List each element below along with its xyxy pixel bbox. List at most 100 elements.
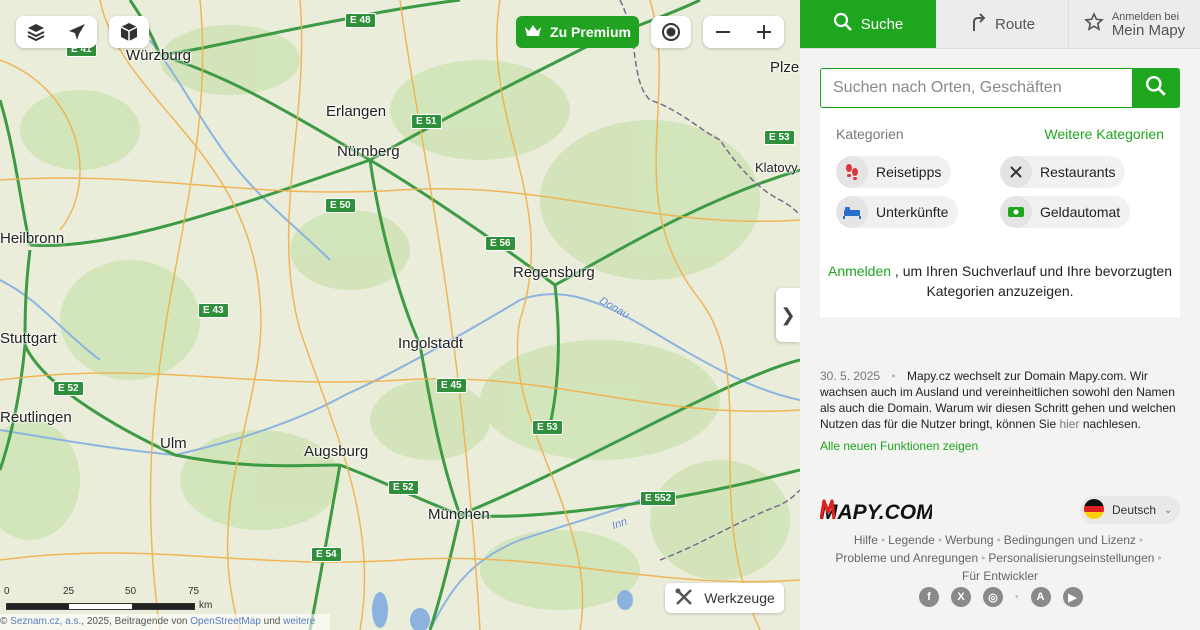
footer-link-entwickler[interactable]: Für Entwickler <box>962 569 1038 583</box>
attribution-text: und <box>260 616 284 627</box>
star-icon <box>1083 12 1104 36</box>
all-features-link[interactable]: Alle neuen Funktionen zeigen <box>820 438 1180 454</box>
x-icon[interactable]: X <box>951 587 971 607</box>
city-label: Klatovy <box>755 160 798 175</box>
tab-route[interactable]: Route <box>936 0 1069 48</box>
city-label: Ulm <box>160 435 187 452</box>
category-label: Geldautomat <box>1040 204 1121 220</box>
footer-link-werbung[interactable]: Werbung <box>945 533 993 547</box>
search-bar <box>820 68 1180 108</box>
search-icon <box>833 12 853 36</box>
panel-toggle-button[interactable]: ❯ <box>776 288 800 342</box>
footer-links-row: Für Entwickler <box>800 567 1200 585</box>
locate-icon <box>661 22 681 42</box>
category-restaurants[interactable]: Restaurants <box>1000 156 1126 188</box>
cube-icon <box>119 22 139 42</box>
atm-icon <box>1000 196 1032 228</box>
footer-link-hilfe[interactable]: Hilfe <box>854 533 878 547</box>
chevron-down-icon: ⌄ <box>1164 504 1173 516</box>
zoom-out-icon[interactable] <box>715 24 731 40</box>
news-more-link[interactable]: hier <box>1059 417 1079 431</box>
plane-icon[interactable] <box>67 22 87 42</box>
footer-link-legende[interactable]: Legende <box>888 533 935 547</box>
news-date: 30. 5. 2025 <box>820 369 881 383</box>
city-label: Augsburg <box>304 443 369 460</box>
city-label: Würzburg <box>126 47 192 64</box>
city-label: Plze <box>770 59 800 76</box>
tab-label: Mein Mapy <box>1111 22 1186 39</box>
facebook-icon[interactable]: f <box>919 587 939 607</box>
footprints-icon <box>836 156 868 188</box>
map-attribution: © Seznam.cz, a.s., 2025, Beitragende von… <box>0 614 330 630</box>
scale-label: 50 <box>125 586 137 597</box>
premium-button[interactable]: Zu Premium <box>516 16 639 48</box>
login-hint-text: , um Ihren Suchverlauf und Ihre bevorzug… <box>891 263 1172 299</box>
city-label: Reutlingen <box>0 409 72 426</box>
map-mode-group <box>16 16 97 48</box>
tools-icon <box>674 587 694 610</box>
category-unterkuenfte[interactable]: Unterkünfte <box>836 196 959 228</box>
news-block: 30. 5. 2025 • Mapy.cz wechselt zur Domai… <box>820 368 1180 454</box>
search-icon <box>1145 75 1167 102</box>
city-label: München <box>428 506 490 523</box>
osm-link[interactable]: OpenStreetMap <box>190 616 261 627</box>
seznam-link[interactable]: Seznam.cz, a.s. <box>10 616 81 627</box>
google-play-icon[interactable]: ▶ <box>1062 587 1083 607</box>
road-badge: E 51 <box>411 114 442 129</box>
search-button[interactable] <box>1132 68 1180 108</box>
attribution-prefix: © <box>0 616 11 627</box>
weitere-link[interactable]: weitere <box>283 616 315 627</box>
road-badge: E 54 <box>311 547 342 562</box>
category-reisetipps[interactable]: Reisetipps <box>836 156 952 188</box>
mapy-logo[interactable]: MAPY.COM <box>819 498 934 529</box>
road-badge: E 53 <box>532 420 563 435</box>
road-badge: E 45 <box>436 378 467 393</box>
categories-title: Kategorien <box>836 126 904 142</box>
tab-label: Suche <box>860 15 904 33</box>
news-text-tail: nachlesen. <box>1079 417 1141 431</box>
footer-link-probleme[interactable]: Probleme und Anregungen <box>835 551 978 565</box>
login-hint: Anmelden , um Ihren Suchverlauf und Ihre… <box>820 245 1180 317</box>
language-select[interactable]: Deutsch ⌄ <box>1080 496 1180 524</box>
social-links: f X ◎ • A ▶ <box>919 587 1083 607</box>
footer-link-personalisierung[interactable]: Personalisierungseinstellungen <box>988 551 1154 565</box>
app-store-icon[interactable]: A <box>1030 587 1051 607</box>
city-label: Ingolstadt <box>398 335 464 352</box>
footer-links-row: Probleme und Anregungen • Personalisierung… <box>835 551 1162 565</box>
3d-button[interactable] <box>109 16 149 48</box>
scale-bar <box>6 603 195 610</box>
road-badge: E 48 <box>345 13 376 28</box>
tab-my-mapy[interactable]: Anmelden bei Mein Mapy <box>1069 0 1200 48</box>
city-label: Heilbronn <box>0 230 65 247</box>
language-label: Deutsch <box>1112 503 1157 517</box>
category-geldautomat[interactable]: Geldautomat <box>1000 196 1131 228</box>
more-categories-link[interactable]: Weitere Kategorien <box>1044 126 1164 142</box>
zoom-controls <box>703 16 784 48</box>
road-badge: E 43 <box>198 303 229 318</box>
footer-link-bedingungen[interactable]: Bedingungen und Lizenz <box>1004 533 1136 547</box>
scale-unit: km <box>199 600 213 611</box>
cutlery-icon <box>1000 156 1032 188</box>
city-label: Erlangen <box>326 103 387 120</box>
road-badge: E 53 <box>764 130 795 145</box>
map-canvas[interactable]: Würzburg Erlangen Nürnberg Heilbronn Reg… <box>0 0 800 630</box>
chevron-right-icon: ❯ <box>780 304 796 325</box>
road-badge: E 52 <box>388 480 419 495</box>
logo-text: MAPY.COM <box>820 501 932 524</box>
attribution-text: , 2025, Beitragende von <box>81 616 191 627</box>
login-link[interactable]: Anmelden <box>828 263 891 279</box>
side-panel: Suche Route Anmelden bei Mein Mapy Ka <box>800 0 1200 630</box>
locate-button[interactable] <box>651 16 691 48</box>
instagram-icon[interactable]: ◎ <box>983 587 1003 607</box>
map-background <box>0 0 800 630</box>
tab-label: Route <box>994 15 1036 33</box>
tools-button[interactable]: Werkzeuge <box>665 583 784 613</box>
zoom-in-icon[interactable] <box>756 24 772 40</box>
category-label: Reisetipps <box>876 164 942 180</box>
tab-search[interactable]: Suche <box>800 0 936 48</box>
map-scale: 0 25 50 75 km <box>0 586 215 614</box>
search-input[interactable] <box>820 68 1132 108</box>
road-badge: E 56 <box>485 236 516 251</box>
layers-icon[interactable] <box>26 22 46 42</box>
city-label: Stuttgart <box>0 330 57 347</box>
